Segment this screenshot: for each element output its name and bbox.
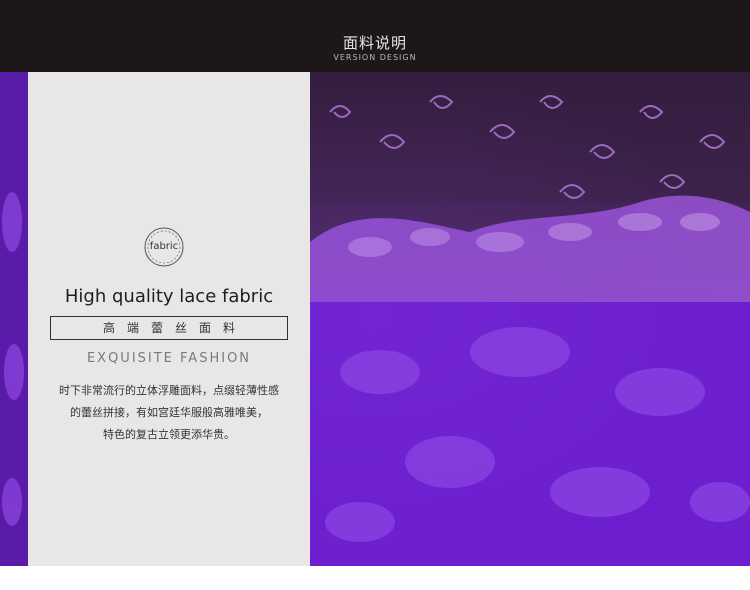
- header-bar: 面料说明 VERSION DESIGN: [0, 0, 750, 72]
- header-subtitle: VERSION DESIGN: [333, 53, 417, 62]
- badge-label: fabric: [149, 241, 179, 252]
- description-line: 的蕾丝拼接，有如宫廷华服般高雅唯美，: [70, 406, 268, 419]
- header-title: 面料说明: [342, 34, 407, 52]
- description-line: 时下非常流行的立体浮雕面料，点缀轻薄性感: [59, 384, 279, 397]
- headline: High quality lace fabric: [64, 286, 274, 307]
- description: 时下非常流行的立体浮雕面料，点缀轻薄性感 的蕾丝拼接，有如宫廷华服般高雅唯美， …: [28, 380, 310, 446]
- subtitle-box: 高端蕾丝面料: [50, 316, 288, 340]
- subtitle-cn: 高端蕾丝面料: [102, 321, 247, 335]
- tagline: EXQUISITE FASHION: [86, 351, 252, 366]
- bottom-margin: [0, 566, 750, 590]
- description-line: 特色的复古立领更添华贵。: [103, 428, 235, 441]
